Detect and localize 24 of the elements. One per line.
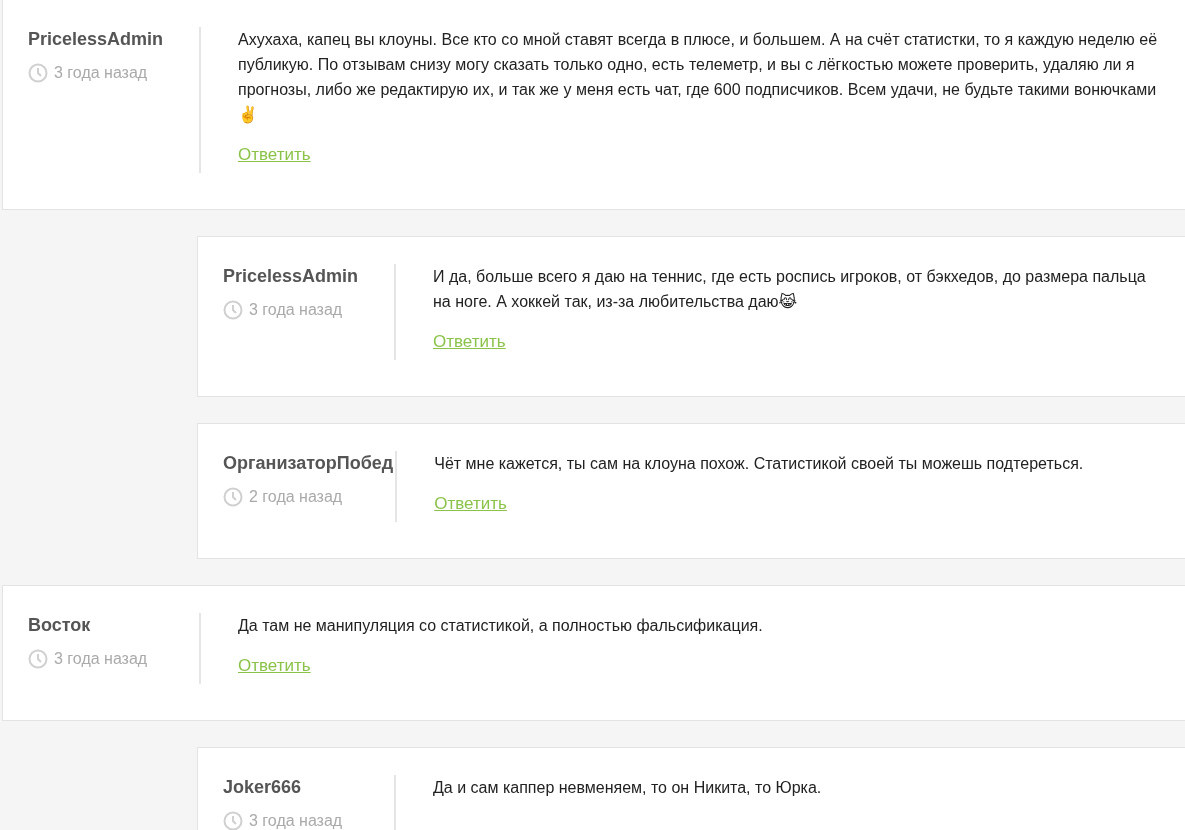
comment-text: Ахухаха, капец вы клоуны. Все кто со мной ставят всегда в плюсе, и большем. А на счёт статистки, то я каждую неделю её публикую. По отзывам снизу могу сказать только одно, есть телеметр, и вы с лёгкостью можете проверить, удаляю ли я прогнозы, либо же редактирую их, и так же у меня есть чат, где 600 подписчиков. Всем удачи, не будьте такими вонючками✌ — [238, 30, 1159, 126]
comment-time: 3 года назад — [54, 64, 148, 82]
comment-time: 3 года назад — [54, 650, 148, 668]
author-name: Восток — [28, 614, 92, 637]
comment-text: Да и сам каппер невменяем, то он Никита, то Юрка. — [433, 778, 823, 798]
clock-icon — [28, 63, 48, 83]
comment-time: 3 года назад — [249, 301, 343, 319]
comment-time: 2 года назад — [249, 488, 343, 506]
comment-text: Да там не манипуляция со статистикой, а полностью фальсификация. — [238, 616, 764, 636]
clock-icon — [223, 300, 243, 320]
clock-icon — [28, 649, 48, 669]
reply-link[interactable]: Ответить — [434, 494, 507, 514]
author-name: ОрганизаторПобед — [223, 452, 394, 475]
comment-text: И да, больше всего я даю на теннис, где есть роспись игроков, от бэкхедов, до размера пальца на ноге. А хоккей так, из-за любительства даю😹 — [433, 267, 1147, 312]
reply-link[interactable]: Ответить — [238, 145, 311, 165]
author-name: PricelessAdmin — [28, 28, 165, 51]
clock-icon — [223, 811, 243, 830]
author-name: Joker666 — [223, 776, 303, 799]
author-name: PricelessAdmin — [223, 265, 360, 288]
reply-link[interactable]: Ответить — [433, 332, 506, 352]
comment-time: 3 года назад — [249, 812, 343, 830]
comment-text: Чёт мне кажется, ты сам на клоуна похож. Статистикой своей ты можешь подтереться. — [434, 454, 1085, 474]
reply-link[interactable]: Ответить — [238, 656, 311, 676]
clock-icon — [223, 487, 243, 507]
